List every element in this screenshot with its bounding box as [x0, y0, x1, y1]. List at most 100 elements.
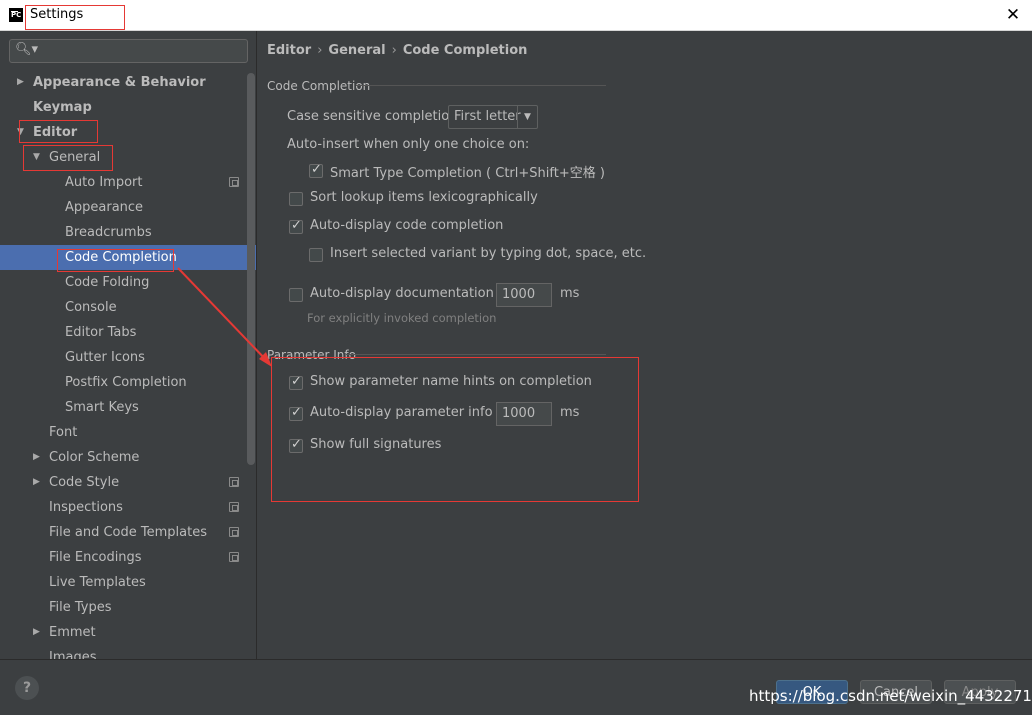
- tree-item-color-scheme[interactable]: ▶ Color Scheme: [0, 445, 256, 470]
- breadcrumb-separator: ›: [317, 43, 323, 58]
- documentation-delay-input[interactable]: 1000: [496, 283, 552, 307]
- tree-item-label: File Types: [49, 600, 112, 615]
- sidebar-scrollbar[interactable]: [247, 73, 255, 465]
- sort-lexicographically-checkbox[interactable]: [289, 192, 303, 206]
- parameter-info-section-title: Parameter Info: [267, 348, 356, 362]
- tree-item-auto-import[interactable]: Auto Import: [0, 170, 256, 195]
- show-parameter-hints-checkbox[interactable]: [289, 374, 303, 390]
- tree-item-label: Color Scheme: [49, 450, 140, 465]
- tree-item-label: File and Code Templates: [49, 525, 207, 540]
- chevron-down-icon[interactable]: ▼: [33, 145, 40, 170]
- tree-item-label: Appearance: [65, 200, 144, 215]
- tree-item-label: Inspections: [49, 500, 123, 515]
- section-divider: [356, 85, 606, 86]
- chevron-down-icon: ▼: [517, 106, 537, 128]
- section-divider: [346, 354, 606, 355]
- tree-item-font[interactable]: Font: [0, 420, 256, 445]
- tree-item-label: Console: [65, 300, 117, 315]
- tree-item-smart-keys[interactable]: Smart Keys: [0, 395, 256, 420]
- tree-item-file-and-code-templates[interactable]: File and Code Templates: [0, 520, 256, 545]
- chevron-right-icon[interactable]: ▶: [33, 470, 40, 495]
- case-sensitive-dropdown[interactable]: First letter ▼: [448, 105, 538, 129]
- tree-item-code-folding[interactable]: Code Folding: [0, 270, 256, 295]
- window-title: Settings: [30, 7, 84, 22]
- auto-display-documentation-label: Auto-display documentation in: [310, 286, 510, 301]
- project-scope-icon: [229, 552, 239, 562]
- dialog-footer: ? OK Cancel Apply https://blog.csdn.net/…: [0, 659, 1032, 715]
- search-icon: 🔍︎▾: [15, 42, 39, 57]
- tree-item-label: Gutter Icons: [65, 350, 145, 365]
- tree-item-editor[interactable]: ▼ Editor: [0, 120, 256, 145]
- pycharm-app-icon: PC: [9, 8, 23, 22]
- documentation-delay-unit: ms: [560, 286, 580, 301]
- tree-item-images[interactable]: Images: [0, 645, 256, 659]
- insert-selected-variant-checkbox[interactable]: [309, 248, 323, 262]
- show-parameter-hints-label: Show parameter name hints on completion: [310, 374, 592, 389]
- breadcrumb-separator: ›: [391, 43, 397, 58]
- settings-content: Editor › General › Code Completion Code Comp…: [258, 31, 1032, 659]
- project-scope-icon: [229, 527, 239, 537]
- tree-item-editor-tabs[interactable]: Editor Tabs: [0, 320, 256, 345]
- show-full-signatures-label: Show full signatures: [310, 437, 442, 452]
- code-completion-section-title: Code Completion: [267, 79, 371, 93]
- tree-item-label: Live Templates: [49, 575, 146, 590]
- tree-item-general[interactable]: ▼ General: [0, 145, 256, 170]
- settings-sidebar: 🔍︎▾ ▶ Appearance & Behavior Keymap ▼ Editor ▼…: [0, 31, 257, 659]
- tree-item-postfix-completion[interactable]: Postfix Completion: [0, 370, 256, 395]
- auto-display-parameter-info-label: Auto-display parameter info in: [310, 405, 509, 420]
- breadcrumb-item-general[interactable]: General: [328, 43, 385, 58]
- auto-display-documentation-checkbox[interactable]: [289, 288, 303, 302]
- tree-item-emmet[interactable]: ▶ Emmet: [0, 620, 256, 645]
- help-icon[interactable]: ?: [15, 676, 39, 700]
- tree-item-file-encodings[interactable]: File Encodings: [0, 545, 256, 570]
- tree-item-code-completion[interactable]: Code Completion: [0, 245, 256, 270]
- chevron-right-icon[interactable]: ▶: [33, 445, 40, 470]
- parameter-info-delay-input[interactable]: 1000: [496, 402, 552, 426]
- tree-item-label: Postfix Completion: [65, 375, 187, 390]
- documentation-hint: For explicitly invoked completion: [307, 311, 497, 325]
- tree-item-label: Code Completion: [65, 250, 177, 265]
- tree-item-code-style[interactable]: ▶ Code Style: [0, 470, 256, 495]
- tree-item-label: Keymap: [33, 100, 92, 115]
- tree-item-file-types[interactable]: File Types: [0, 595, 256, 620]
- search-input[interactable]: 🔍︎▾: [9, 39, 248, 63]
- tree-item-inspections[interactable]: Inspections: [0, 495, 256, 520]
- smart-type-completion-checkbox[interactable]: [309, 162, 323, 178]
- parameter-info-delay-unit: ms: [560, 405, 580, 420]
- tree-item-label: Font: [49, 425, 78, 440]
- insert-selected-variant-label: Insert selected variant by typing dot, s…: [330, 246, 647, 261]
- tree-item-label: Code Style: [49, 475, 120, 490]
- chevron-right-icon[interactable]: ▶: [17, 70, 24, 95]
- tree-item-label: Smart Keys: [65, 400, 139, 415]
- auto-insert-label: Auto-insert when only one choice on:: [287, 137, 530, 152]
- breadcrumb-item-editor[interactable]: Editor: [267, 43, 311, 58]
- tree-item-keymap[interactable]: Keymap: [0, 95, 256, 120]
- tree-item-label: General: [49, 150, 101, 165]
- app-icon-label: PC: [11, 11, 22, 19]
- project-scope-icon: [229, 477, 239, 487]
- smart-type-completion-label: Smart Type Completion ( Ctrl+Shift+空格 ): [330, 166, 605, 181]
- tree-item-label: Code Folding: [65, 275, 150, 290]
- tree-item-label: Auto Import: [65, 175, 143, 190]
- sort-lexicographically-label: Sort lookup items lexicographically: [310, 190, 538, 205]
- tree-item-label: Images: [49, 650, 97, 659]
- tree-item-label: File Encodings: [49, 550, 142, 565]
- auto-display-completion-checkbox[interactable]: [289, 218, 303, 234]
- tree-item-console[interactable]: Console: [0, 295, 256, 320]
- chevron-right-icon[interactable]: ▶: [33, 620, 40, 645]
- auto-display-parameter-info-checkbox[interactable]: [289, 405, 303, 421]
- chevron-down-icon[interactable]: ▼: [17, 120, 24, 145]
- project-scope-icon: [229, 177, 239, 187]
- tree-item-label: Editor Tabs: [65, 325, 137, 340]
- show-full-signatures-checkbox[interactable]: [289, 437, 303, 453]
- breadcrumb-item-code-completion: Code Completion: [402, 43, 528, 58]
- tree-item-breadcrumbs[interactable]: Breadcrumbs: [0, 220, 256, 245]
- case-sensitive-value: First letter: [454, 109, 521, 124]
- title-bar: PC Settings ✕: [0, 0, 1032, 31]
- tree-item-gutter-icons[interactable]: Gutter Icons: [0, 345, 256, 370]
- project-scope-icon: [229, 502, 239, 512]
- close-icon[interactable]: ✕: [1002, 4, 1024, 26]
- tree-item-live-templates[interactable]: Live Templates: [0, 570, 256, 595]
- tree-item-appearance[interactable]: Appearance: [0, 195, 256, 220]
- tree-item-appearance-behavior[interactable]: ▶ Appearance & Behavior: [0, 70, 256, 95]
